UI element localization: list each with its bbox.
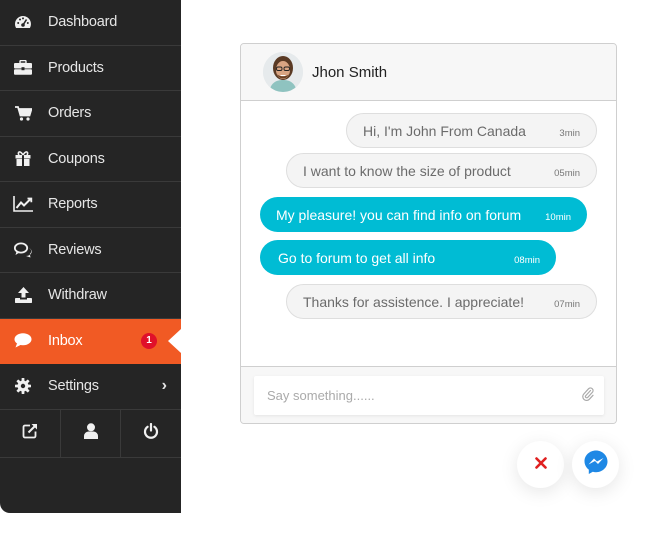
sidebar-item-label: Coupons: [48, 150, 105, 167]
sidebar: Dashboard Products Orders Coupons Report…: [0, 0, 181, 513]
external-link-icon: [22, 423, 38, 444]
sidebar-item-products[interactable]: Products: [0, 46, 181, 91]
message-text: I want to know the size of product: [303, 162, 511, 179]
message-text: My pleasure! you can find info on forum: [276, 206, 522, 223]
messenger-button[interactable]: [572, 441, 619, 488]
visit-store-button[interactable]: [0, 409, 61, 457]
sidebar-item-label: Withdraw: [48, 287, 107, 304]
avatar: [263, 52, 303, 92]
dashboard-icon: [11, 13, 35, 31]
message-composer: [241, 366, 616, 423]
logout-button[interactable]: [121, 410, 181, 457]
sidebar-item-label: Reviews: [48, 241, 102, 258]
message-text: Hi, I'm John From Canada: [363, 122, 526, 139]
close-chat-button[interactable]: [517, 441, 564, 488]
comment-icon: [11, 332, 35, 350]
message-text: Go to forum to get all info: [278, 249, 436, 266]
message-time: 10min: [545, 212, 571, 223]
sidebar-item-label: Inbox: [48, 332, 83, 349]
unread-count-badge: 1: [141, 332, 157, 349]
chevron-right-icon: ›: [161, 377, 167, 395]
message-time: 08min: [514, 255, 540, 266]
message-time: 07min: [554, 299, 580, 310]
message-list: Hi, I'm John From Canada 3min I want to …: [241, 101, 616, 367]
message-incoming: Thanks for assistence. I appreciate! 07m…: [286, 284, 597, 319]
gift-icon: [11, 150, 35, 168]
sidebar-item-label: Orders: [48, 105, 92, 122]
sidebar-item-label: Products: [48, 59, 104, 76]
briefcase-icon: [11, 59, 35, 77]
user-icon: [83, 422, 98, 444]
line-chart-icon: [11, 195, 35, 213]
sidebar-quick-actions: [0, 409, 181, 458]
sidebar-item-dashboard[interactable]: Dashboard: [0, 0, 181, 46]
message-incoming: Hi, I'm John From Canada 3min: [346, 113, 597, 148]
sidebar-item-orders[interactable]: Orders: [0, 91, 181, 137]
power-icon: [143, 422, 159, 444]
sidebar-item-reports[interactable]: Reports: [0, 182, 181, 228]
sidebar-item-label: Dashboard: [48, 14, 118, 31]
chat-window: Jhon Smith Hi, I'm John From Canada 3min…: [240, 43, 617, 424]
sidebar-item-coupons[interactable]: Coupons: [0, 137, 181, 182]
gear-icon: [11, 377, 35, 395]
sidebar-item-reviews[interactable]: Reviews: [0, 228, 181, 273]
message-input[interactable]: [267, 388, 582, 403]
close-icon: [534, 456, 547, 474]
messenger-icon: [583, 449, 609, 480]
message-incoming: I want to know the size of product 05min: [286, 153, 597, 188]
message-input-box: [254, 376, 604, 415]
comments-icon: [11, 241, 35, 259]
message-time: 3min: [559, 128, 580, 139]
sidebar-item-label: Reports: [48, 196, 98, 213]
sidebar-item-inbox[interactable]: Inbox 1: [0, 318, 181, 364]
sidebar-item-settings[interactable]: Settings ›: [0, 364, 181, 410]
message-time: 05min: [554, 168, 580, 179]
contact-name: Jhon Smith: [312, 63, 388, 81]
message-outgoing: My pleasure! you can find info on forum …: [260, 197, 587, 232]
sidebar-item-withdraw[interactable]: Withdraw: [0, 273, 181, 319]
chat-header: Jhon Smith: [241, 44, 616, 101]
message-text: Thanks for assistence. I appreciate!: [303, 293, 524, 310]
cart-icon: [11, 104, 35, 122]
upload-icon: [11, 286, 35, 304]
paperclip-icon[interactable]: [582, 387, 594, 404]
message-outgoing: Go to forum to get all info 08min: [260, 240, 556, 275]
profile-button[interactable]: [61, 409, 122, 457]
